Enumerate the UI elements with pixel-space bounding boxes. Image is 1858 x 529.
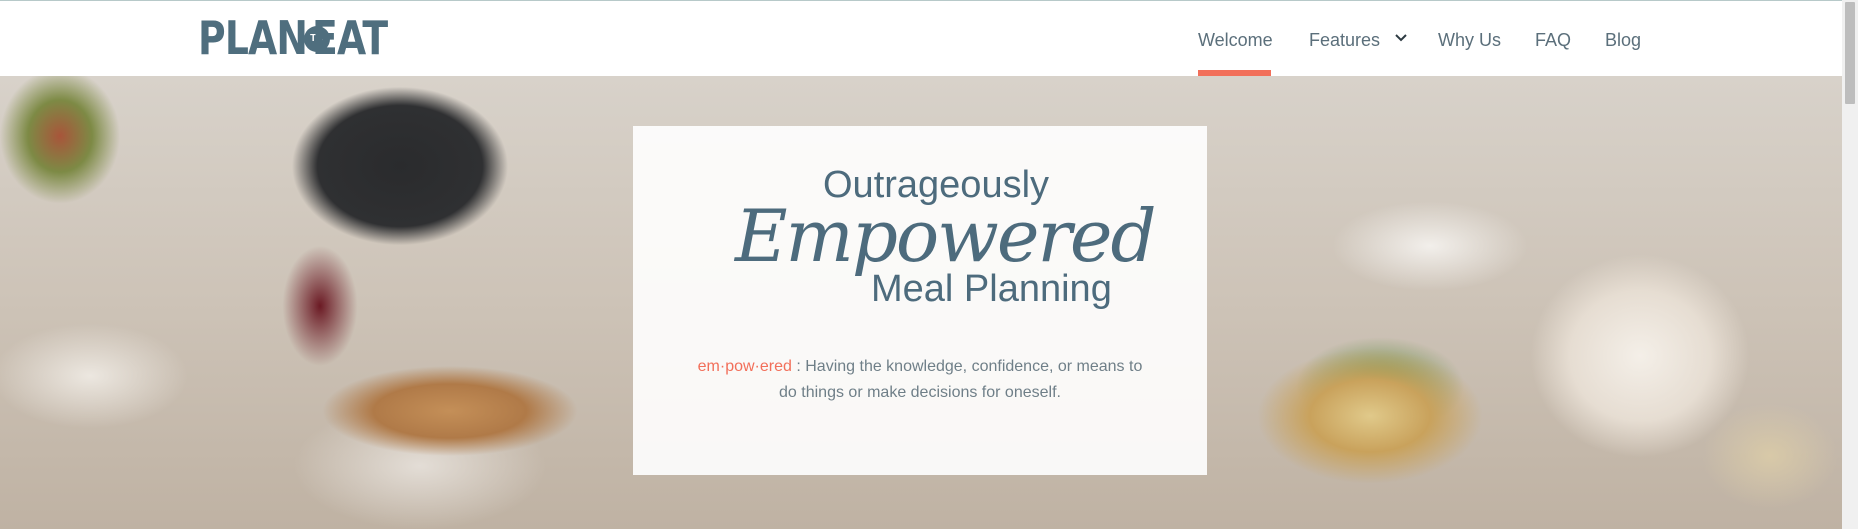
hero-card: Outrageously Empowered Meal Planning em·…	[633, 126, 1207, 475]
nav-active-indicator	[1198, 70, 1271, 76]
page-scrollbar[interactable]	[1842, 0, 1858, 529]
nav-why-us[interactable]: Why Us	[1438, 30, 1501, 51]
main-nav: Welcome Features Why Us FAQ Blog	[0, 1, 1842, 76]
site-header: PLAN TO EAT Welcome Features Why Us FAQ …	[0, 1, 1842, 76]
hero-banner: Outrageously Empowered Meal Planning em·…	[0, 76, 1842, 529]
scrollbar-thumb[interactable]	[1845, 2, 1855, 104]
definition: em·pow·ered : Having the knowledge, conf…	[693, 354, 1147, 406]
definition-word: em·pow·ered	[697, 358, 792, 375]
nav-features-label: Features	[1309, 30, 1381, 50]
chevron-down-icon	[1395, 34, 1407, 42]
nav-blog[interactable]: Blog	[1605, 30, 1641, 51]
definition-text: : Having the knowledge, confidence, or m…	[779, 358, 1143, 401]
nav-features[interactable]: Features	[1309, 30, 1407, 51]
headline-bottom: Meal Planning	[871, 268, 1112, 310]
nav-welcome[interactable]: Welcome	[1198, 30, 1273, 51]
nav-faq[interactable]: FAQ	[1535, 30, 1571, 51]
headline-script: Empowered	[735, 194, 1157, 278]
